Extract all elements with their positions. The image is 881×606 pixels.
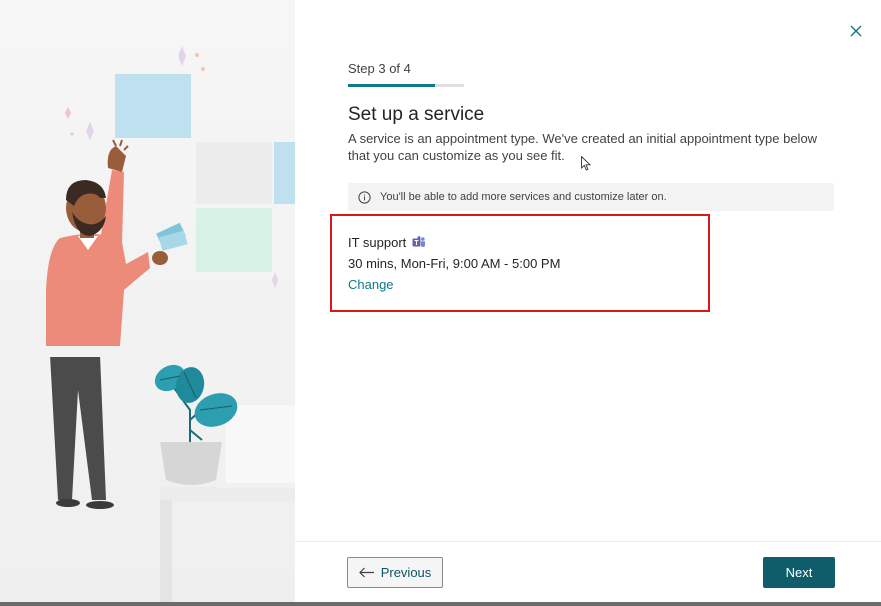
service-card: IT support 30 mins, Mon-Fri, 9:00 AM - 5… — [330, 214, 710, 312]
info-message-bar: You'll be able to add more services and … — [348, 183, 834, 211]
service-name: IT support — [348, 235, 407, 250]
arrow-left-icon — [358, 567, 374, 578]
close-button[interactable] — [845, 20, 867, 42]
info-icon — [358, 190, 371, 204]
window-bottom-edge — [0, 602, 881, 606]
close-icon — [850, 25, 862, 37]
hero-illustration — [0, 0, 295, 606]
previous-button[interactable]: Previous — [347, 557, 443, 588]
step-progress-fill — [348, 84, 435, 87]
teams-icon — [412, 236, 426, 247]
wizard-content-panel: Step 3 of 4 Set up a service A service i… — [295, 0, 881, 606]
footer-divider — [295, 541, 881, 542]
info-message-text: You'll be able to add more services and … — [380, 191, 667, 203]
change-service-link[interactable]: Change — [348, 277, 394, 292]
page-title: Set up a service — [348, 104, 485, 125]
service-details: 30 mins, Mon-Fri, 9:00 AM - 5:00 PM — [348, 256, 561, 271]
setup-wizard-dialog: Step 3 of 4 Set up a service A service i… — [0, 0, 881, 606]
step-progress-bar — [348, 84, 464, 87]
service-name-row: IT support — [348, 235, 426, 250]
step-indicator: Step 3 of 4 — [348, 61, 411, 76]
next-button[interactable]: Next — [763, 557, 835, 588]
mouse-cursor-icon — [581, 156, 591, 171]
person-with-plant-illustration — [46, 46, 295, 606]
previous-button-label: Previous — [380, 565, 432, 580]
